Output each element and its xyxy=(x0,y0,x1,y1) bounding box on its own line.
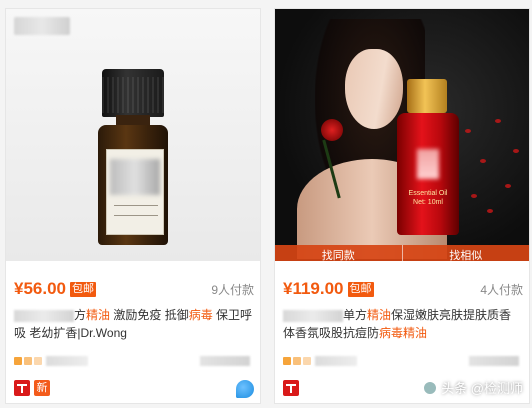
blurred-location xyxy=(469,356,519,366)
watermark-avatar-icon xyxy=(423,380,438,395)
seller-rating-icon xyxy=(283,357,291,365)
product-title[interactable]: 方精油 激励免疫 抵御病毒 保卫呼吸 老幼扩香|Dr.Wong xyxy=(14,306,254,342)
watermark: 头条 @检测师 xyxy=(423,378,523,397)
rose-icon xyxy=(321,119,343,141)
blurred-bottle-brand xyxy=(417,149,439,179)
product-card-2[interactable]: Essential Oil Net: 10ml 找同款 找相似 ¥119.00 … xyxy=(274,8,530,404)
wangwang-chat-icon[interactable] xyxy=(236,380,254,398)
image-action-bar: 找同款 找相似 xyxy=(275,245,529,261)
shop-row[interactable] xyxy=(14,355,254,369)
free-shipping-badge: 包邮 xyxy=(70,281,96,297)
price: ¥119.00 xyxy=(283,279,344,298)
tmall-icon[interactable] xyxy=(14,380,30,396)
label-line xyxy=(114,215,158,216)
free-shipping-badge: 包邮 xyxy=(347,281,374,297)
blurred-shop-name xyxy=(46,356,88,366)
price-row: ¥56.00 包邮 9人付款 xyxy=(14,279,254,299)
bottle-cap xyxy=(102,69,164,117)
product-image[interactable]: Essential Oil Net: 10ml 找同款 找相似 xyxy=(275,9,529,261)
find-similar-button[interactable]: 找相似 xyxy=(401,245,529,261)
petal xyxy=(480,159,486,163)
product-image[interactable] xyxy=(6,9,260,261)
title-keyword: 病毒 xyxy=(188,308,213,322)
model-face xyxy=(345,49,403,129)
find-same-button[interactable]: 找同款 xyxy=(275,245,402,261)
petal xyxy=(505,184,511,188)
title-text: 香氛吸股抗痘防 xyxy=(295,326,380,340)
petal xyxy=(513,149,519,153)
blurred-shop-name xyxy=(315,356,357,366)
new-badge: 新 xyxy=(34,380,50,396)
title-text: 激励免疫 抵御 xyxy=(110,308,189,322)
paid-count: 9人付款 xyxy=(211,282,254,297)
blurred-label-text xyxy=(110,159,160,195)
product-title[interactable]: 单方精油保湿嫩肤亮肤提肤质香体香氛吸股抗痘防病毒精油 xyxy=(283,306,523,342)
label-line xyxy=(114,205,158,206)
bottle-label-size: Net: 10ml xyxy=(413,199,443,206)
title-text: 方 xyxy=(74,308,87,322)
gold-bottle-cap xyxy=(407,79,447,113)
product-card-1[interactable]: ¥56.00 包邮 9人付款 方精油 激励免疫 抵御病毒 保卫呼吸 老幼扩香|D… xyxy=(5,8,261,404)
petal xyxy=(487,209,493,213)
price-row: ¥119.00 包邮 4人付款 xyxy=(283,279,523,299)
bottle-label-name: Essential Oil xyxy=(408,190,448,197)
petal xyxy=(471,194,477,198)
shop-row[interactable] xyxy=(283,355,523,369)
tmall-icon[interactable] xyxy=(283,380,299,396)
petal xyxy=(465,129,471,133)
watermark-text: 头条 @检测师 xyxy=(441,381,523,396)
title-keyword: 病毒精油 xyxy=(379,326,428,340)
price: ¥56.00 xyxy=(14,279,66,298)
seller-rating-icon xyxy=(14,357,22,365)
title-keyword: 精油 xyxy=(86,308,111,322)
badge-row: 新 xyxy=(14,380,254,398)
blurred-location xyxy=(200,356,250,366)
blurred-title-prefix xyxy=(14,309,74,322)
title-text: 单方 xyxy=(343,308,368,322)
petal xyxy=(495,119,501,123)
title-keyword: 精油 xyxy=(367,308,392,322)
blurred-title-prefix xyxy=(283,309,343,322)
paid-count: 4人付款 xyxy=(480,282,523,297)
search-results-page: ¥56.00 包邮 9人付款 方精油 激励免疫 抵御病毒 保卫呼吸 老幼扩香|D… xyxy=(0,0,532,408)
bottle-label-text: Essential Oil Net: 10ml xyxy=(399,189,457,207)
blurred-brand-tag xyxy=(14,17,70,35)
